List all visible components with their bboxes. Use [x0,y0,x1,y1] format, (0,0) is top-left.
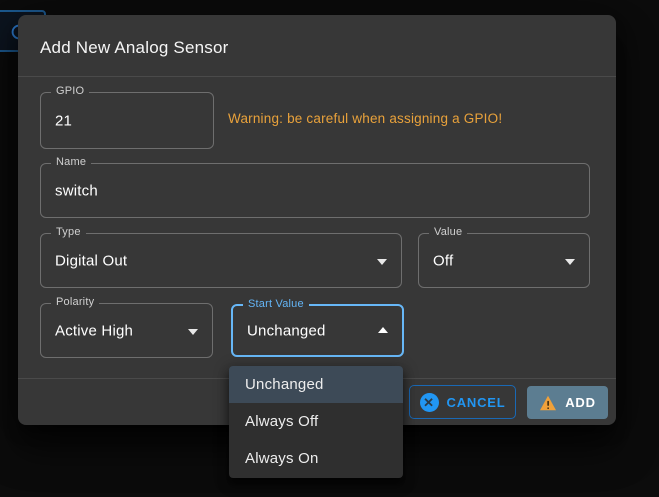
start-value-value: Unchanged [247,322,326,339]
warning-triangle-icon [539,395,557,411]
add-analog-sensor-dialog: Add New Analog Sensor GPIO 21 Warning: b… [18,15,616,425]
cancel-button-label: CANCEL [447,395,506,410]
header-divider [18,76,616,77]
polarity-select[interactable]: Polarity Active High [40,303,213,358]
chevron-down-icon [377,259,387,265]
cancel-circle-icon: ✕ [420,393,439,412]
dialog-title: Add New Analog Sensor [40,38,229,58]
polarity-value: Active High [55,322,133,339]
chevron-down-icon [188,329,198,335]
menu-item-unchanged[interactable]: Unchanged [229,366,403,403]
menu-item-always-off[interactable]: Always Off [229,403,403,440]
cancel-button[interactable]: ✕ CANCEL [409,385,516,419]
gpio-value: 21 [55,112,72,129]
name-value: switch [55,182,98,199]
name-input[interactable]: Name switch [40,163,590,218]
value-label: Value [429,226,467,238]
add-button-label: ADD [565,395,596,410]
gpio-warning-text: Warning: be careful when assigning a GPI… [228,111,502,126]
type-value: Digital Out [55,252,127,269]
gpio-input[interactable]: GPIO 21 [40,92,214,149]
gpio-label: GPIO [51,85,89,97]
polarity-label: Polarity [51,296,99,308]
name-label: Name [51,156,91,168]
value-value: Off [433,252,453,269]
chevron-down-icon [565,259,575,265]
type-select[interactable]: Type Digital Out [40,233,402,288]
menu-item-always-on[interactable]: Always On [229,440,403,477]
start-value-label: Start Value [243,298,309,310]
chevron-up-icon [378,327,388,333]
type-label: Type [51,226,86,238]
value-select[interactable]: Value Off [418,233,590,288]
start-value-dropdown-menu: Unchanged Always Off Always On [229,366,403,478]
add-button[interactable]: ADD [527,386,608,419]
start-value-select[interactable]: Start Value Unchanged [231,304,404,357]
